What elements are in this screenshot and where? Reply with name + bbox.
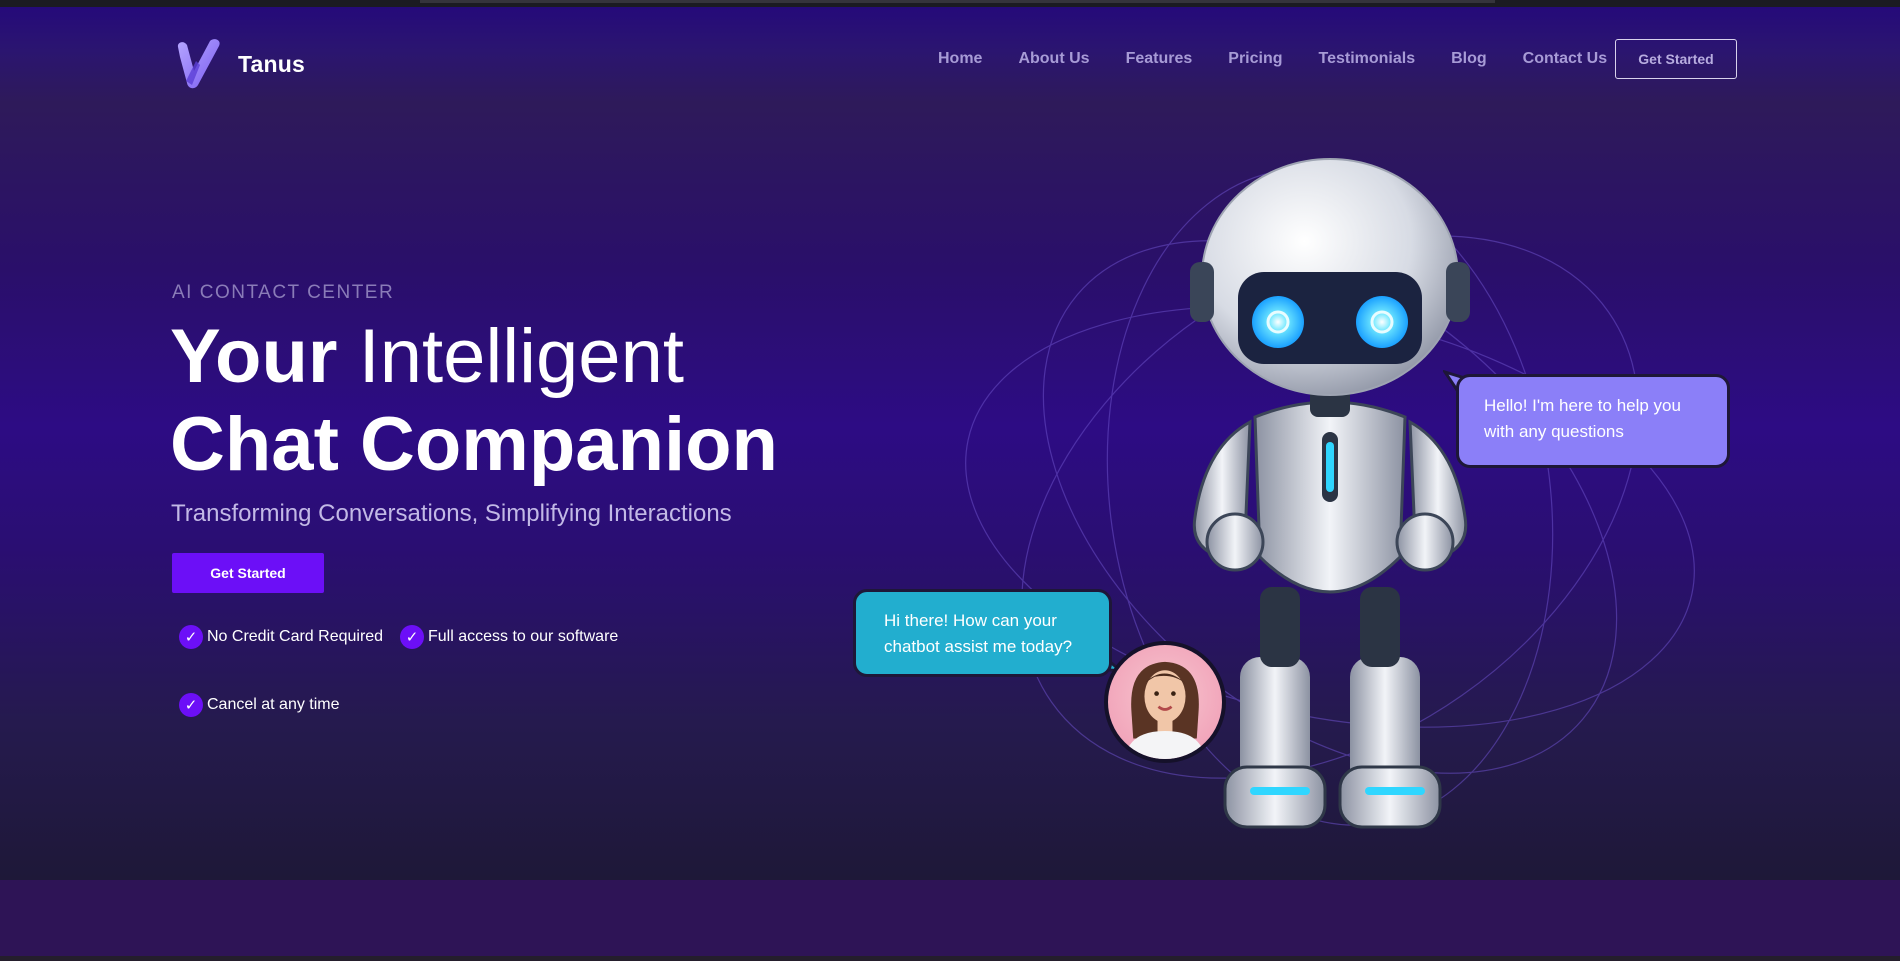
nav-home[interactable]: Home — [938, 50, 982, 68]
next-section-band — [0, 880, 1900, 961]
hero-section: Tanus Home About Us Features Pricing Tes… — [0, 7, 1900, 880]
main-nav: Home About Us Features Pricing Testimoni… — [938, 50, 1643, 68]
nav-contact-us[interactable]: Contact Us — [1523, 50, 1607, 68]
feature-full-access: ✓ Full access to our software — [400, 625, 618, 649]
woman-avatar — [1104, 641, 1226, 763]
nav-features[interactable]: Features — [1126, 50, 1193, 68]
nav-blog[interactable]: Blog — [1451, 50, 1487, 68]
nav-pricing[interactable]: Pricing — [1228, 50, 1282, 68]
tab-indicator — [420, 0, 1495, 3]
feature-no-credit-card: ✓ No Credit Card Required — [179, 625, 383, 649]
hero-title-light: Intelligent — [358, 314, 684, 399]
feature-label: No Credit Card Required — [207, 628, 384, 645]
hero-title-bold: Your — [170, 314, 338, 399]
hero-subtitle: Transforming Conversations, Simplifying … — [171, 500, 732, 527]
hero-title-line-2: Chat Companion — [170, 402, 778, 487]
nav-about-us[interactable]: About Us — [1018, 50, 1089, 68]
browser-top-strip — [0, 0, 1900, 7]
header-get-started-button[interactable]: Get Started — [1615, 39, 1737, 79]
nav-testimonials[interactable]: Testimonials — [1319, 50, 1416, 68]
check-icon: ✓ — [179, 625, 203, 649]
v-logo-icon — [177, 39, 220, 89]
feature-cancel-anytime: ✓ Cancel at any time — [179, 693, 340, 717]
check-icon: ✓ — [179, 693, 203, 717]
brand-name: Tanus — [238, 50, 306, 77]
user-chat-bubble: Hi there! How can your chatbot assist me… — [853, 589, 1112, 677]
woman-avatar-illustration — [1124, 661, 1206, 759]
bottom-edge — [0, 956, 1900, 961]
feature-label: Cancel at any time — [207, 696, 340, 713]
hero-eyebrow: AI CONTACT CENTER — [172, 282, 395, 303]
bot-chat-bubble: Hello! I'm here to help you with any que… — [1456, 374, 1730, 468]
check-icon: ✓ — [400, 625, 424, 649]
hero-get-started-button[interactable]: Get Started — [172, 553, 324, 593]
hero-title-line-1: Your Intelligent — [170, 313, 778, 401]
feature-label: Full access to our software — [428, 628, 619, 645]
brand-logo[interactable]: Tanus — [174, 37, 305, 91]
hero-title: Your Intelligent Chat Companion — [170, 313, 778, 489]
